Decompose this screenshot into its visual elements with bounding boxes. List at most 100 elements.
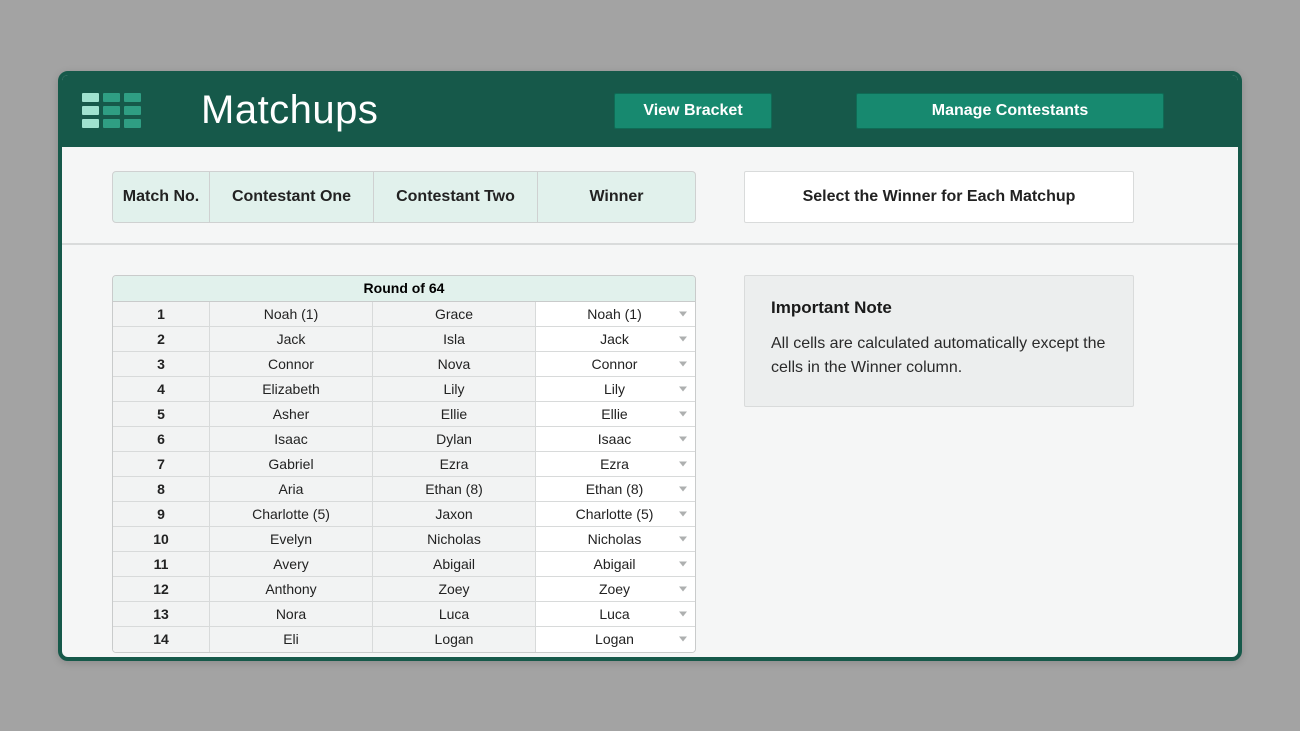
- contestant-two-cell: Nova: [373, 352, 536, 376]
- contestant-two-cell: Ethan (8): [373, 477, 536, 501]
- contestant-one-cell: Elizabeth: [210, 377, 373, 401]
- contestant-two-cell: Ezra: [373, 452, 536, 476]
- table-row: 1Noah (1)GraceNoah (1): [113, 302, 695, 327]
- table-row: 10EvelynNicholasNicholas: [113, 527, 695, 552]
- contestant-two-cell: Nicholas: [373, 527, 536, 551]
- contestant-two-cell: Abigail: [373, 552, 536, 576]
- match-no-cell: 14: [113, 627, 210, 652]
- winner-value: Abigail: [593, 556, 635, 572]
- col-header-winner: Winner: [538, 171, 696, 223]
- chevron-down-icon: [679, 336, 687, 341]
- winner-dropdown[interactable]: Jack: [536, 327, 693, 351]
- note-body: All cells are calculated automatically e…: [771, 332, 1107, 380]
- contestant-two-cell: Isla: [373, 327, 536, 351]
- col-header-contestant-two: Contestant Two: [374, 171, 538, 223]
- contestant-one-cell: Nora: [210, 602, 373, 626]
- contestant-one-cell: Asher: [210, 402, 373, 426]
- table-row: 11AveryAbigailAbigail: [113, 552, 695, 577]
- chevron-down-icon: [679, 461, 687, 466]
- chevron-down-icon: [679, 411, 687, 416]
- chevron-down-icon: [679, 611, 687, 616]
- match-no-cell: 12: [113, 577, 210, 601]
- instruction-banner: Select the Winner for Each Matchup: [744, 171, 1134, 223]
- table-row: 14EliLoganLogan: [113, 627, 695, 652]
- winner-dropdown[interactable]: Ethan (8): [536, 477, 693, 501]
- note-title: Important Note: [771, 298, 1107, 318]
- match-no-cell: 10: [113, 527, 210, 551]
- chevron-down-icon: [679, 561, 687, 566]
- table-row: 2JackIslaJack: [113, 327, 695, 352]
- match-no-cell: 2: [113, 327, 210, 351]
- winner-dropdown[interactable]: Nicholas: [536, 527, 693, 551]
- contestant-one-cell: Noah (1): [210, 302, 373, 326]
- contestant-one-cell: Aria: [210, 477, 373, 501]
- contestant-one-cell: Gabriel: [210, 452, 373, 476]
- chevron-down-icon: [679, 311, 687, 316]
- chevron-down-icon: [679, 486, 687, 491]
- match-no-cell: 8: [113, 477, 210, 501]
- content-area: Match No. Contestant One Contestant Two …: [62, 147, 1238, 657]
- chevron-down-icon: [679, 586, 687, 591]
- body-row: Round of 64 1Noah (1)GraceNoah (1)2JackI…: [62, 245, 1238, 657]
- contestant-one-cell: Isaac: [210, 427, 373, 451]
- winner-dropdown[interactable]: Lily: [536, 377, 693, 401]
- manage-contestants-button[interactable]: Manage Contestants: [856, 93, 1164, 129]
- winner-dropdown[interactable]: Logan: [536, 627, 693, 652]
- round-header: Round of 64: [113, 276, 695, 302]
- table-row: 4ElizabethLilyLily: [113, 377, 695, 402]
- table-row: 5AsherEllieEllie: [113, 402, 695, 427]
- winner-value: Ethan (8): [586, 481, 644, 497]
- table-row: 12AnthonyZoeyZoey: [113, 577, 695, 602]
- match-no-cell: 7: [113, 452, 210, 476]
- contestant-two-cell: Jaxon: [373, 502, 536, 526]
- match-no-cell: 4: [113, 377, 210, 401]
- contestant-one-cell: Connor: [210, 352, 373, 376]
- winner-dropdown[interactable]: Zoey: [536, 577, 693, 601]
- winner-value: Charlotte (5): [576, 506, 654, 522]
- winner-dropdown[interactable]: Charlotte (5): [536, 502, 693, 526]
- table-row: 6IsaacDylanIsaac: [113, 427, 695, 452]
- table-row: 7GabrielEzraEzra: [113, 452, 695, 477]
- winner-dropdown[interactable]: Ezra: [536, 452, 693, 476]
- chevron-down-icon: [679, 536, 687, 541]
- table-column-headers: Match No. Contestant One Contestant Two …: [112, 171, 696, 223]
- important-note-box: Important Note All cells are calculated …: [744, 275, 1134, 407]
- winner-value: Zoey: [599, 581, 630, 597]
- contestant-one-cell: Charlotte (5): [210, 502, 373, 526]
- winner-value: Ezra: [600, 456, 629, 472]
- app-window: Matchups View Bracket Manage Contestants…: [58, 71, 1242, 661]
- column-header-row: Match No. Contestant One Contestant Two …: [62, 147, 1238, 245]
- view-bracket-button[interactable]: View Bracket: [614, 93, 772, 129]
- col-header-contestant-one: Contestant One: [210, 171, 374, 223]
- match-no-cell: 9: [113, 502, 210, 526]
- chevron-down-icon: [679, 637, 687, 642]
- contestant-two-cell: Grace: [373, 302, 536, 326]
- winner-value: Nicholas: [588, 531, 642, 547]
- contestant-one-cell: Jack: [210, 327, 373, 351]
- table-row: 13NoraLucaLuca: [113, 602, 695, 627]
- winner-dropdown[interactable]: Noah (1): [536, 302, 693, 326]
- match-no-cell: 13: [113, 602, 210, 626]
- chevron-down-icon: [679, 511, 687, 516]
- contestant-two-cell: Ellie: [373, 402, 536, 426]
- winner-dropdown[interactable]: Connor: [536, 352, 693, 376]
- winner-value: Connor: [592, 356, 638, 372]
- winner-dropdown[interactable]: Luca: [536, 602, 693, 626]
- match-no-cell: 5: [113, 402, 210, 426]
- winner-value: Ellie: [601, 406, 627, 422]
- contestant-two-cell: Luca: [373, 602, 536, 626]
- chevron-down-icon: [679, 386, 687, 391]
- match-no-cell: 1: [113, 302, 210, 326]
- matchups-table: Round of 64 1Noah (1)GraceNoah (1)2JackI…: [112, 275, 696, 653]
- winner-dropdown[interactable]: Isaac: [536, 427, 693, 451]
- table-row: 8AriaEthan (8)Ethan (8): [113, 477, 695, 502]
- header-bar: Matchups View Bracket Manage Contestants: [62, 75, 1238, 147]
- chevron-down-icon: [679, 361, 687, 366]
- contestant-two-cell: Zoey: [373, 577, 536, 601]
- match-no-cell: 3: [113, 352, 210, 376]
- col-header-match-no: Match No.: [112, 171, 210, 223]
- winner-dropdown[interactable]: Ellie: [536, 402, 693, 426]
- contestant-one-cell: Avery: [210, 552, 373, 576]
- winner-dropdown[interactable]: Abigail: [536, 552, 693, 576]
- winner-value: Jack: [600, 331, 629, 347]
